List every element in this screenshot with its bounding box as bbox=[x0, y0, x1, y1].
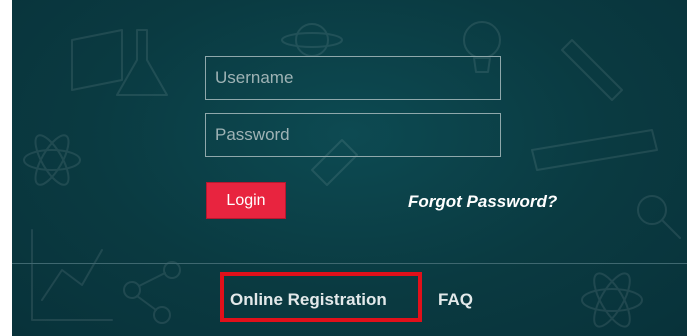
login-button[interactable]: Login bbox=[206, 182, 286, 219]
online-registration-link[interactable]: Online Registration bbox=[230, 290, 387, 310]
faq-link[interactable]: FAQ bbox=[438, 290, 473, 310]
footer-divider bbox=[12, 263, 687, 264]
science-doodles-pattern bbox=[23, 21, 681, 328]
forgot-password-link[interactable]: Forgot Password? bbox=[408, 192, 557, 212]
password-input[interactable] bbox=[205, 113, 501, 157]
username-input[interactable] bbox=[205, 56, 501, 100]
login-panel: Login Forgot Password? Online Registrati… bbox=[12, 0, 687, 336]
